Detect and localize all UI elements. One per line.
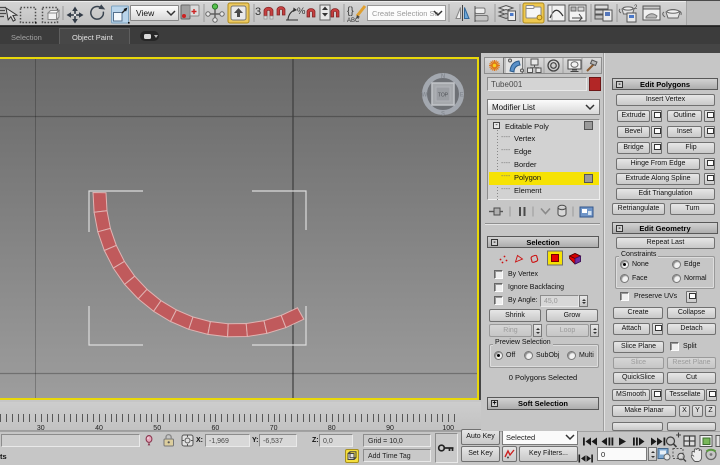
svg-text:{}: {} <box>347 6 354 17</box>
svg-text:3: 3 <box>255 6 261 18</box>
svg-text:W: W <box>422 93 428 99</box>
svg-text:E: E <box>459 93 463 99</box>
svg-text:S: S <box>441 112 445 118</box>
svg-text:2: 2 <box>634 5 638 11</box>
svg-text:%: % <box>297 6 306 17</box>
svg-text:TOP: TOP <box>438 93 449 99</box>
svg-text:N: N <box>441 74 445 80</box>
svg-text:ABC: ABC <box>347 18 360 24</box>
